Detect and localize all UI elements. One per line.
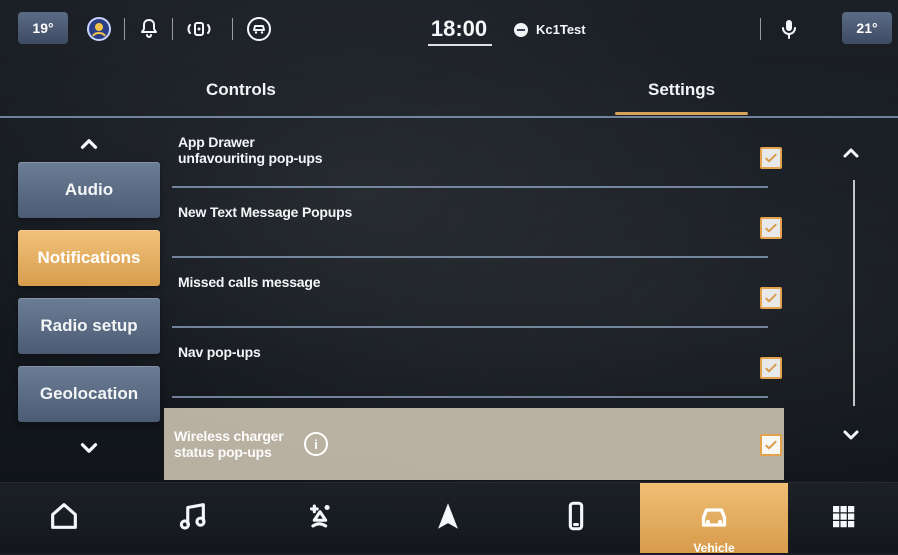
left-navigation: Audio Notifications Radio setup Geolocat…	[18, 118, 160, 468]
tab-settings[interactable]: Settings	[648, 80, 715, 100]
right-temperature[interactable]: 21°	[842, 12, 892, 44]
bottom-nav-media[interactable]	[128, 483, 256, 553]
checkmark-icon	[765, 440, 777, 450]
navigation-icon	[431, 499, 465, 538]
status-separator	[124, 18, 125, 40]
setting-label: Wireless charger status pop-ups	[174, 428, 284, 460]
chevron-up-icon	[839, 141, 863, 170]
connectivity-icon[interactable]	[184, 16, 214, 42]
chevron-down-icon	[76, 435, 102, 466]
chevron-down-icon	[839, 423, 863, 452]
setting-checkbox[interactable]	[760, 217, 782, 239]
setting-label-line1: Wireless charger	[174, 428, 284, 444]
assistant-avatar-icon[interactable]	[86, 16, 112, 42]
status-bar: 19° 18:00 Kc1Test 21°	[0, 0, 898, 66]
bottom-navigation: Vehicle	[0, 482, 898, 555]
setting-label-line2: unfavouriting pop-ups	[178, 150, 323, 166]
nav-scroll-down-button[interactable]	[18, 428, 160, 472]
profile-name: Kc1Test	[536, 22, 586, 37]
left-temperature[interactable]: 19°	[18, 12, 68, 44]
setting-label-line1: App Drawer	[178, 134, 255, 150]
bottom-nav-phone[interactable]	[512, 483, 640, 553]
settings-scroll-up-button[interactable]	[836, 140, 866, 170]
bottom-nav-vehicle[interactable]: Vehicle	[640, 483, 788, 555]
settings-scroll-track[interactable]	[853, 180, 855, 406]
status-separator	[172, 18, 173, 40]
setting-label-line2: status pop-ups	[174, 444, 272, 460]
setting-label: Missed calls message	[178, 274, 321, 290]
row-divider	[172, 396, 768, 398]
home-icon	[47, 499, 81, 538]
bottom-nav-climate[interactable]	[256, 483, 384, 553]
tab-controls[interactable]: Controls	[206, 80, 276, 100]
nav-item-audio[interactable]: Audio	[18, 162, 160, 218]
setting-label: App Drawer unfavouriting pop-ups	[178, 134, 323, 166]
checkmark-icon	[765, 363, 777, 373]
checkmark-icon	[765, 293, 777, 303]
status-separator	[232, 18, 233, 40]
setting-row-app-drawer[interactable]: App Drawer unfavouriting pop-ups	[164, 118, 784, 188]
user-profile[interactable]: Kc1Test	[514, 22, 586, 37]
settings-scroll	[822, 118, 880, 478]
setting-row-missed-calls-message[interactable]: Missed calls message	[164, 258, 784, 328]
vehicle-icon	[696, 498, 732, 539]
apps-grid-icon	[828, 501, 858, 536]
setting-checkbox[interactable]	[760, 287, 782, 309]
setting-row-wireless-charger[interactable]: Wireless charger status pop-ups i	[164, 408, 784, 480]
profile-icon	[514, 22, 528, 37]
clock-underline	[428, 44, 492, 46]
nav-item-radio-setup[interactable]: Radio setup	[18, 298, 160, 354]
checkmark-icon	[765, 153, 777, 163]
climate-icon	[303, 499, 337, 538]
setting-label: New Text Message Popups	[178, 204, 352, 220]
settings-scroll-down-button[interactable]	[836, 422, 866, 452]
nav-item-geolocation[interactable]: Geolocation	[18, 366, 160, 422]
vehicle-status-icon[interactable]	[246, 16, 272, 42]
setting-label: Nav pop-ups	[178, 344, 261, 360]
status-separator	[760, 18, 761, 40]
nav-item-notifications[interactable]: Notifications	[18, 230, 160, 286]
bell-icon[interactable]	[136, 16, 162, 42]
chevron-up-icon	[76, 131, 102, 162]
music-icon	[175, 499, 209, 538]
phone-icon	[559, 499, 593, 538]
tabs: Controls Settings	[0, 66, 898, 116]
setting-row-nav-pop-ups[interactable]: Nav pop-ups	[164, 328, 784, 398]
microphone-icon[interactable]	[776, 16, 802, 42]
info-icon[interactable]: i	[304, 432, 328, 456]
vehicle-label: Vehicle	[693, 541, 735, 555]
checkmark-icon	[765, 223, 777, 233]
bottom-nav-navigation[interactable]	[384, 483, 512, 553]
bottom-nav-apps[interactable]	[788, 483, 898, 553]
active-tab-indicator	[615, 112, 748, 115]
bottom-nav-home[interactable]	[0, 483, 128, 553]
clock: 18:00	[430, 16, 488, 41]
setting-checkbox[interactable]	[760, 434, 782, 456]
settings-list: App Drawer unfavouriting pop-ups New Tex…	[164, 118, 804, 482]
setting-label-line1: Nav pop-ups	[178, 344, 261, 360]
setting-checkbox[interactable]	[760, 357, 782, 379]
setting-checkbox[interactable]	[760, 147, 782, 169]
setting-row-new-text-message-popups[interactable]: New Text Message Popups	[164, 188, 784, 258]
setting-label-line1: New Text Message Popups	[178, 204, 353, 220]
setting-label-line1: Missed calls message	[178, 274, 321, 290]
